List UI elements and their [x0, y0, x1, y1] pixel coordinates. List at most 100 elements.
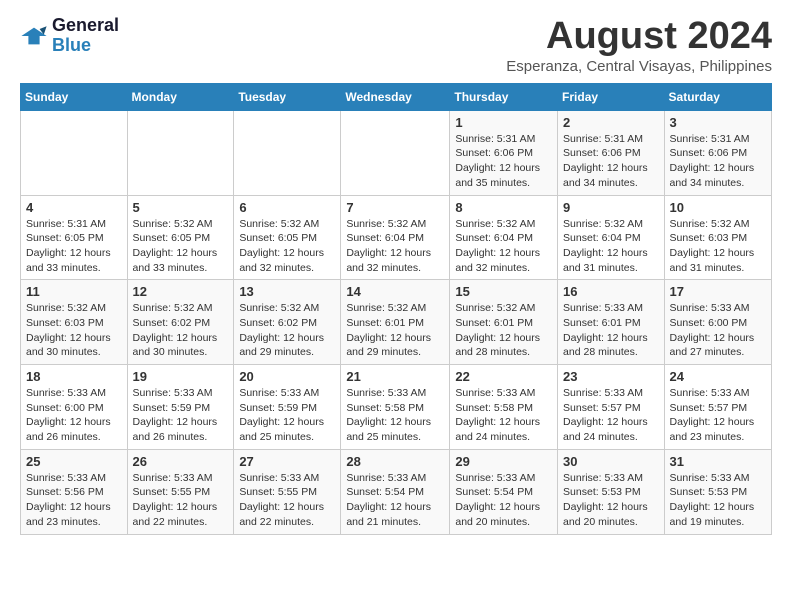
cell-day-number: 11 — [26, 284, 122, 299]
calendar-header: SundayMondayTuesdayWednesdayThursdayFrid… — [21, 83, 772, 110]
calendar-cell: 3Sunrise: 5:31 AM Sunset: 6:06 PM Daylig… — [664, 110, 771, 195]
cell-day-number: 4 — [26, 200, 122, 215]
cell-day-number: 19 — [133, 369, 229, 384]
cell-day-number: 28 — [346, 454, 444, 469]
cell-day-number: 15 — [455, 284, 552, 299]
calendar-cell: 20 Sunrise: 5:33 AM Sunset: 5:59 PM Dayli… — [234, 365, 341, 450]
calendar-cell: 17 Sunrise: 5:33 AM Sunset: 6:00 PM Dayli… — [664, 280, 771, 365]
cell-sun-info: Sunrise: 5:33 AM Sunset: 5:53 PM Dayligh… — [670, 471, 766, 530]
cell-sun-info: Sunrise: 5:32 AM Sunset: 6:04 PM Dayligh… — [346, 217, 444, 276]
page-title: August 2024 — [506, 16, 772, 58]
calendar-cell: 28 Sunrise: 5:33 AM Sunset: 5:54 PM Dayli… — [341, 449, 450, 534]
calendar-cell: 7 Sunrise: 5:32 AM Sunset: 6:04 PM Daylig… — [341, 195, 450, 280]
calendar-cell: 5 Sunrise: 5:32 AM Sunset: 6:05 PM Daylig… — [127, 195, 234, 280]
calendar-cell: 14 Sunrise: 5:32 AM Sunset: 6:01 PM Dayli… — [341, 280, 450, 365]
cell-day-number: 14 — [346, 284, 444, 299]
cell-sun-info: Sunrise: 5:32 AM Sunset: 6:03 PM Dayligh… — [670, 217, 766, 276]
calendar-cell: 11 Sunrise: 5:32 AM Sunset: 6:03 PM Dayli… — [21, 280, 128, 365]
cell-sun-info: Sunrise: 5:33 AM Sunset: 5:57 PM Dayligh… — [670, 386, 766, 445]
weekday-header: Sunday — [21, 83, 128, 110]
cell-day-number: 31 — [670, 454, 766, 469]
calendar-cell: 12Sunrise: 5:32 AM Sunset: 6:02 PM Dayli… — [127, 280, 234, 365]
calendar-cell: 22Sunrise: 5:33 AM Sunset: 5:58 PM Dayli… — [450, 365, 558, 450]
calendar-cell: 26 Sunrise: 5:33 AM Sunset: 5:55 PM Dayli… — [127, 449, 234, 534]
cell-sun-info: Sunrise: 5:33 AM Sunset: 5:59 PM Dayligh… — [239, 386, 335, 445]
cell-sun-info: Sunrise: 5:32 AM Sunset: 6:01 PM Dayligh… — [455, 301, 552, 360]
cell-sun-info: Sunrise: 5:33 AM Sunset: 6:00 PM Dayligh… — [26, 386, 122, 445]
logo-text: General Blue — [52, 16, 119, 56]
cell-sun-info: Sunrise: 5:31 AM Sunset: 6:06 PM Dayligh… — [670, 132, 766, 191]
cell-sun-info: Sunrise: 5:32 AM Sunset: 6:01 PM Dayligh… — [346, 301, 444, 360]
weekday-header: Monday — [127, 83, 234, 110]
title-area: August 2024 Esperanza, Central Visayas, … — [506, 16, 772, 75]
calendar-cell: 23Sunrise: 5:33 AM Sunset: 5:57 PM Dayli… — [558, 365, 665, 450]
cell-day-number: 12 — [133, 284, 229, 299]
calendar-week-row: 18 Sunrise: 5:33 AM Sunset: 6:00 PM Dayli… — [21, 365, 772, 450]
cell-sun-info: Sunrise: 5:33 AM Sunset: 5:53 PM Dayligh… — [563, 471, 659, 530]
weekday-header: Thursday — [450, 83, 558, 110]
calendar-cell: 6Sunrise: 5:32 AM Sunset: 6:05 PM Daylig… — [234, 195, 341, 280]
cell-sun-info: Sunrise: 5:32 AM Sunset: 6:04 PM Dayligh… — [455, 217, 552, 276]
calendar-cell: 10Sunrise: 5:32 AM Sunset: 6:03 PM Dayli… — [664, 195, 771, 280]
calendar-cell: 15 Sunrise: 5:32 AM Sunset: 6:01 PM Dayli… — [450, 280, 558, 365]
cell-day-number: 22 — [455, 369, 552, 384]
cell-sun-info: Sunrise: 5:32 AM Sunset: 6:02 PM Dayligh… — [239, 301, 335, 360]
calendar-cell — [341, 110, 450, 195]
cell-sun-info: Sunrise: 5:31 AM Sunset: 6:06 PM Dayligh… — [563, 132, 659, 191]
calendar-cell: 24 Sunrise: 5:33 AM Sunset: 5:57 PM Dayli… — [664, 365, 771, 450]
page-subtitle: Esperanza, Central Visayas, Philippines — [506, 58, 772, 75]
calendar-cell — [127, 110, 234, 195]
cell-sun-info: Sunrise: 5:33 AM Sunset: 5:55 PM Dayligh… — [239, 471, 335, 530]
cell-day-number: 9 — [563, 200, 659, 215]
cell-sun-info: Sunrise: 5:33 AM Sunset: 5:54 PM Dayligh… — [455, 471, 552, 530]
cell-day-number: 26 — [133, 454, 229, 469]
calendar-cell: 4 Sunrise: 5:31 AM Sunset: 6:05 PM Daylig… — [21, 195, 128, 280]
cell-day-number: 2 — [563, 115, 659, 130]
calendar-cell: 8Sunrise: 5:32 AM Sunset: 6:04 PM Daylig… — [450, 195, 558, 280]
calendar-week-row: 11 Sunrise: 5:32 AM Sunset: 6:03 PM Dayli… — [21, 280, 772, 365]
cell-sun-info: Sunrise: 5:32 AM Sunset: 6:05 PM Dayligh… — [133, 217, 229, 276]
cell-day-number: 23 — [563, 369, 659, 384]
weekday-header: Saturday — [664, 83, 771, 110]
calendar-cell: 13 Sunrise: 5:32 AM Sunset: 6:02 PM Dayli… — [234, 280, 341, 365]
cell-day-number: 13 — [239, 284, 335, 299]
cell-sun-info: Sunrise: 5:32 AM Sunset: 6:03 PM Dayligh… — [26, 301, 122, 360]
page-header: General Blue August 2024 Esperanza, Cent… — [20, 16, 772, 75]
cell-sun-info: Sunrise: 5:31 AM Sunset: 6:06 PM Dayligh… — [455, 132, 552, 191]
calendar-cell: 29 Sunrise: 5:33 AM Sunset: 5:54 PM Dayli… — [450, 449, 558, 534]
calendar-cell: 16 Sunrise: 5:33 AM Sunset: 6:01 PM Dayli… — [558, 280, 665, 365]
calendar-cell: 31 Sunrise: 5:33 AM Sunset: 5:53 PM Dayli… — [664, 449, 771, 534]
calendar-cell: 27 Sunrise: 5:33 AM Sunset: 5:55 PM Dayli… — [234, 449, 341, 534]
weekday-header: Wednesday — [341, 83, 450, 110]
calendar-cell: 2 Sunrise: 5:31 AM Sunset: 6:06 PM Daylig… — [558, 110, 665, 195]
cell-sun-info: Sunrise: 5:33 AM Sunset: 5:56 PM Dayligh… — [26, 471, 122, 530]
calendar-cell: 21 Sunrise: 5:33 AM Sunset: 5:58 PM Dayli… — [341, 365, 450, 450]
cell-day-number: 5 — [133, 200, 229, 215]
cell-day-number: 20 — [239, 369, 335, 384]
calendar-cell — [234, 110, 341, 195]
logo-icon — [20, 22, 48, 50]
calendar-cell: 9 Sunrise: 5:32 AM Sunset: 6:04 PM Daylig… — [558, 195, 665, 280]
cell-day-number: 24 — [670, 369, 766, 384]
cell-day-number: 1 — [455, 115, 552, 130]
cell-day-number: 27 — [239, 454, 335, 469]
cell-sun-info: Sunrise: 5:33 AM Sunset: 5:58 PM Dayligh… — [346, 386, 444, 445]
cell-day-number: 17 — [670, 284, 766, 299]
cell-sun-info: Sunrise: 5:31 AM Sunset: 6:05 PM Dayligh… — [26, 217, 122, 276]
cell-sun-info: Sunrise: 5:33 AM Sunset: 6:01 PM Dayligh… — [563, 301, 659, 360]
cell-day-number: 29 — [455, 454, 552, 469]
cell-day-number: 6 — [239, 200, 335, 215]
cell-sun-info: Sunrise: 5:33 AM Sunset: 6:00 PM Dayligh… — [670, 301, 766, 360]
cell-day-number: 18 — [26, 369, 122, 384]
logo: General Blue — [20, 16, 119, 56]
cell-sun-info: Sunrise: 5:33 AM Sunset: 5:54 PM Dayligh… — [346, 471, 444, 530]
cell-sun-info: Sunrise: 5:33 AM Sunset: 5:55 PM Dayligh… — [133, 471, 229, 530]
cell-day-number: 21 — [346, 369, 444, 384]
calendar-week-row: 4 Sunrise: 5:31 AM Sunset: 6:05 PM Daylig… — [21, 195, 772, 280]
calendar-cell: 19Sunrise: 5:33 AM Sunset: 5:59 PM Dayli… — [127, 365, 234, 450]
calendar-week-row: 1 Sunrise: 5:31 AM Sunset: 6:06 PM Daylig… — [21, 110, 772, 195]
cell-day-number: 7 — [346, 200, 444, 215]
calendar-cell — [21, 110, 128, 195]
cell-sun-info: Sunrise: 5:32 AM Sunset: 6:04 PM Dayligh… — [563, 217, 659, 276]
cell-day-number: 16 — [563, 284, 659, 299]
